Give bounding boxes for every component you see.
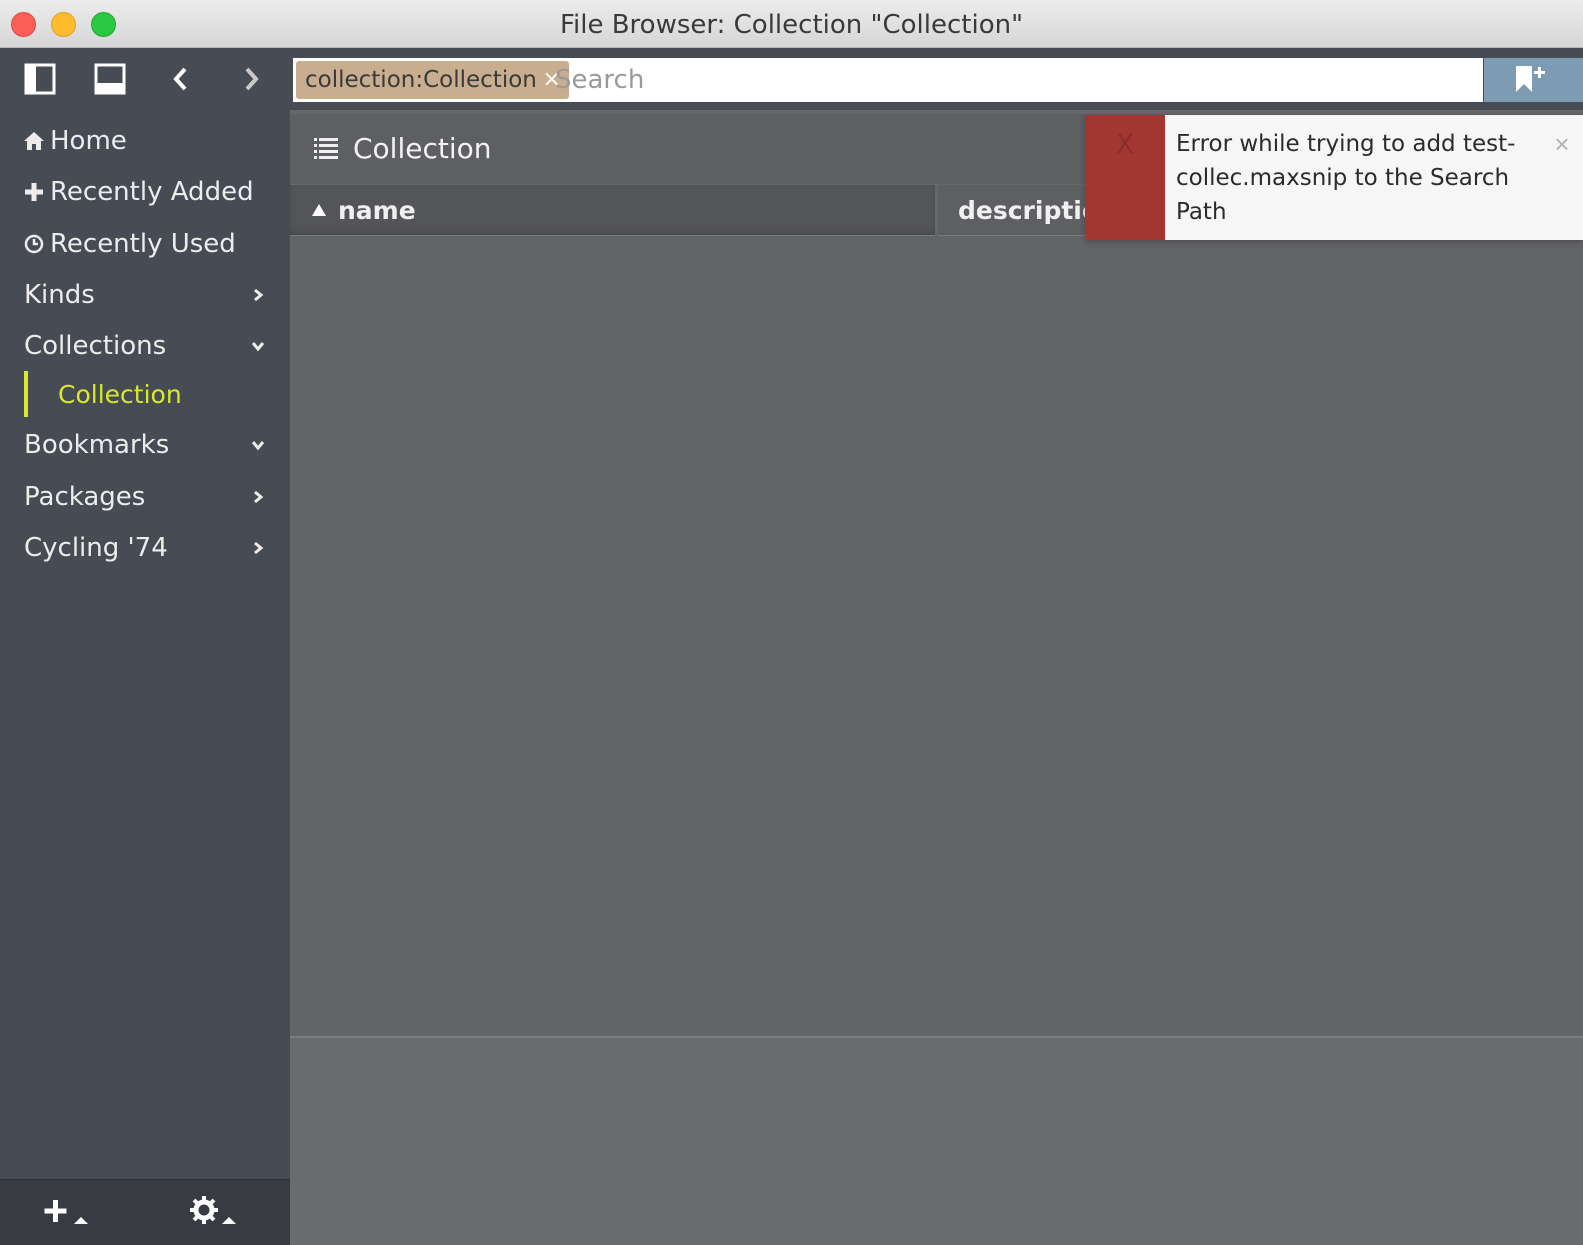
bookmark-add-icon [1516,66,1545,92]
home-icon [20,130,48,152]
column-header-name[interactable]: name [290,185,935,236]
sidebar: Home Recently Added Recently Used Kinds … [0,48,290,1245]
sort-ascending-icon [312,204,326,216]
notification-message: Error while trying to add test-collec.ma… [1176,131,1516,225]
plus-icon [20,182,48,202]
window-title: File Browser: Collection "Collection" [559,10,1024,40]
sidebar-item-collections[interactable]: Collections [0,321,290,371]
error-notification: X Error while trying to add test-collec.… [1085,115,1583,240]
bottom-panel-icon[interactable] [93,62,127,96]
search-token[interactable]: collection:Collection × [296,61,569,99]
sidebar-item-kinds[interactable]: Kinds [0,270,290,320]
sidebar-item-label: Cycling '74 [24,533,168,563]
preview-panel [290,1038,1583,1245]
back-icon[interactable] [164,62,198,96]
search-input[interactable] [555,61,1455,99]
sidebar-item-recently-added[interactable]: Recently Added [0,167,290,217]
sidebar-item-label: Packages [24,482,146,512]
forward-icon[interactable] [234,62,268,96]
sidebar-item-recently-used[interactable]: Recently Used [0,219,290,269]
chevron-down-icon [251,441,265,451]
sidebar-toolbar [0,48,290,110]
sidebar-footer [0,1179,290,1245]
clock-icon [20,234,48,254]
sidebar-item-label: Bookmarks [24,430,170,460]
column-header-label: name [338,196,416,225]
sidebar-item-label: Recently Added [50,177,254,207]
list-icon [314,138,338,159]
notification-close-button[interactable]: × [1549,131,1575,157]
chevron-down-icon [251,342,265,352]
chevron-right-icon [254,288,264,302]
search-token-label: collection:Collection [305,67,537,93]
search-bar: collection:Collection × [290,48,1583,110]
sidebar-item-label: Recently Used [50,229,236,259]
sidebar-item-label: Collections [24,331,167,361]
sidebar-item-label: Home [50,126,127,156]
error-badge: X [1085,115,1165,240]
error-icon: X [1116,130,1134,160]
sidebar-item-bookmarks[interactable]: Bookmarks [0,420,290,470]
search-field[interactable]: collection:Collection × [293,58,1483,102]
sidebar-item-cycling-74[interactable]: Cycling '74 [0,523,290,573]
add-bookmark-button[interactable] [1484,58,1583,102]
title-bar: File Browser: Collection "Collection" [0,0,1583,48]
sidebar-item-packages[interactable]: Packages [0,472,290,522]
chevron-right-icon [254,541,264,555]
sidebar-toggle-icon[interactable] [23,62,57,96]
sidebar-item-collection[interactable]: Collection [24,371,274,417]
file-list [290,236,1583,1036]
chevron-right-icon [254,490,264,504]
content-title: Collection [353,132,492,165]
settings-menu-icon[interactable] [188,1194,240,1230]
sidebar-item-home[interactable]: Home [0,116,290,166]
sidebar-item-label: Kinds [24,280,95,310]
add-menu-icon[interactable] [42,1196,92,1230]
